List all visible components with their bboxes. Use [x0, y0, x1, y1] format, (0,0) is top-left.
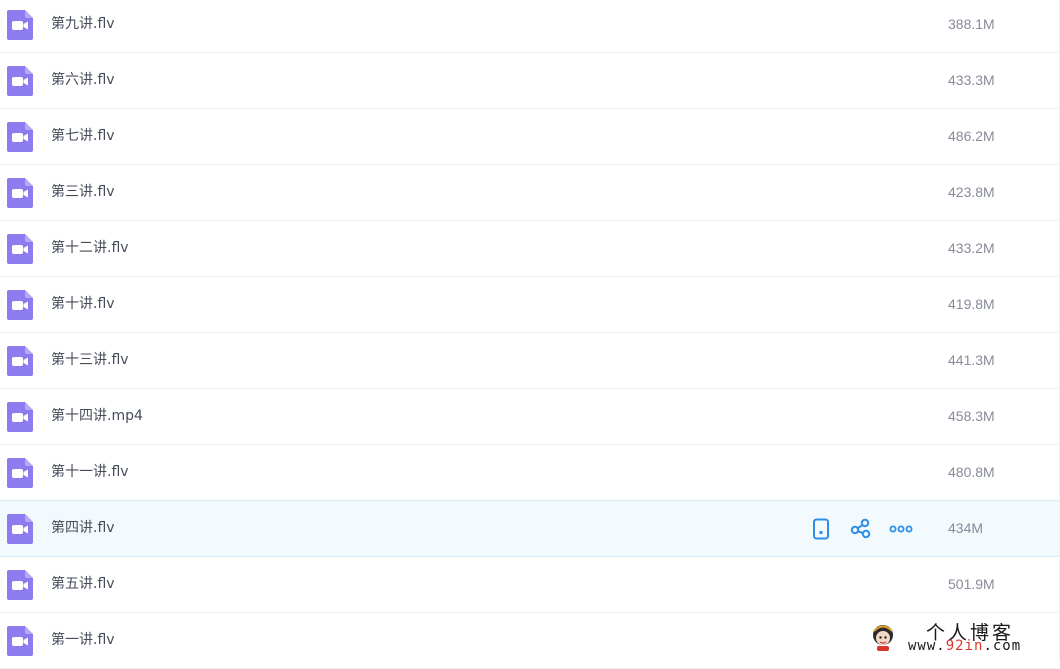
file-size: 501.9M — [948, 576, 995, 592]
watermark-avatar-icon — [870, 622, 896, 652]
video-file-icon — [7, 570, 33, 600]
video-file-icon — [7, 66, 33, 96]
watermark: 个人博客 www.92in.com — [866, 616, 1056, 656]
file-row[interactable]: 第十三讲.flv 441.3M — [0, 333, 1060, 389]
file-size: 388.1M — [948, 16, 995, 32]
file-name[interactable]: 第三讲.flv — [51, 165, 115, 220]
file-name[interactable]: 第七讲.flv — [51, 109, 115, 164]
video-file-icon — [7, 626, 33, 656]
file-size: 458.3M — [948, 408, 995, 424]
file-name[interactable]: 第一讲.flv — [51, 613, 115, 668]
file-row[interactable]: 第十讲.flv 419.8M — [0, 277, 1060, 333]
file-row[interactable]: 第十四讲.mp4 458.3M — [0, 389, 1060, 445]
video-file-icon — [7, 178, 33, 208]
video-file-icon — [7, 234, 33, 264]
video-file-icon — [7, 290, 33, 320]
row-actions — [808, 501, 928, 556]
watermark-url-accent: 92in — [945, 638, 984, 654]
file-row[interactable]: 第六讲.flv 433.3M — [0, 53, 1060, 109]
more-icon[interactable] — [888, 516, 914, 542]
phone-icon[interactable] — [808, 516, 834, 542]
file-list: 第九讲.flv 388.1M 第六讲.flv 433.3M 第七讲.flv 48… — [0, 0, 1060, 669]
video-file-icon — [7, 346, 33, 376]
file-name[interactable]: 第十一讲.flv — [51, 445, 129, 500]
file-row[interactable]: 第五讲.flv 501.9M — [0, 557, 1060, 613]
watermark-url-suffix: .com — [983, 638, 1022, 654]
file-row[interactable]: 第三讲.flv 423.8M — [0, 165, 1060, 221]
file-name[interactable]: 第六讲.flv — [51, 53, 115, 108]
file-name[interactable]: 第十三讲.flv — [51, 333, 129, 388]
file-size: 486.2M — [948, 128, 995, 144]
watermark-url: www.92in.com — [908, 638, 1021, 654]
file-name[interactable]: 第十四讲.mp4 — [51, 389, 143, 444]
video-file-icon — [7, 514, 33, 544]
file-size: 441.3M — [948, 352, 995, 368]
file-row[interactable]: 第七讲.flv 486.2M — [0, 109, 1060, 165]
file-name[interactable]: 第九讲.flv — [51, 0, 115, 52]
file-name[interactable]: 第四讲.flv — [51, 501, 115, 556]
video-file-icon — [7, 122, 33, 152]
file-row-hovered[interactable]: 第四讲.flv 434M — [0, 500, 1060, 557]
file-name[interactable]: 第十二讲.flv — [51, 221, 129, 276]
file-size: 433.3M — [948, 72, 995, 88]
file-row[interactable]: 第十二讲.flv 433.2M — [0, 221, 1060, 277]
file-row[interactable]: 第九讲.flv 388.1M — [0, 0, 1060, 53]
video-file-icon — [7, 10, 33, 40]
file-size: 419.8M — [948, 296, 995, 312]
watermark-url-prefix: www. — [908, 638, 946, 654]
file-size: 434M — [948, 520, 984, 536]
file-name[interactable]: 第五讲.flv — [51, 557, 115, 612]
share-icon[interactable] — [848, 516, 874, 542]
video-file-icon — [7, 402, 33, 432]
video-file-icon — [7, 458, 33, 488]
file-size: 480.8M — [948, 464, 995, 480]
file-name[interactable]: 第十讲.flv — [51, 277, 115, 332]
file-size: 423.8M — [948, 184, 995, 200]
file-size: 433.2M — [948, 240, 995, 256]
file-row[interactable]: 第十一讲.flv 480.8M — [0, 445, 1060, 501]
